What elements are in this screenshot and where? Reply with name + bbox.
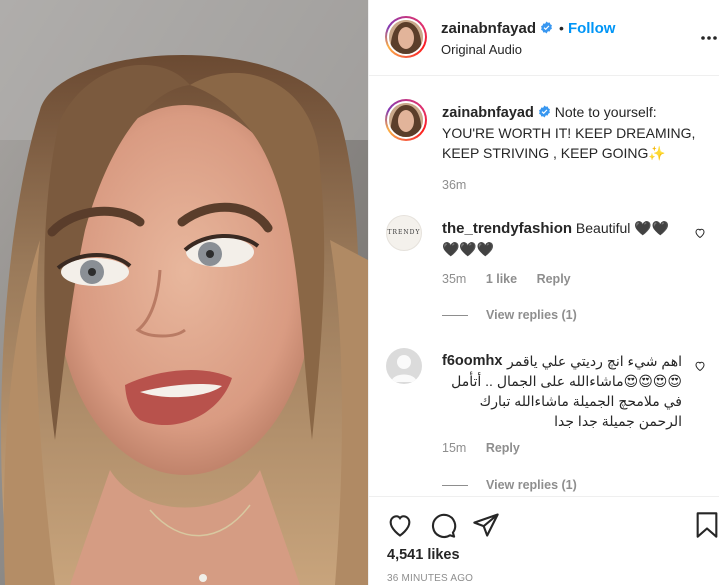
separator-dot: • — [559, 20, 564, 36]
view-replies-button[interactable]: View replies (1) — [442, 308, 577, 322]
caption-username[interactable]: zainabnfayad — [442, 105, 534, 121]
follow-button[interactable]: Follow — [568, 20, 616, 37]
caption-meta: 36m — [442, 178, 482, 192]
verified-badge-icon — [541, 21, 552, 34]
caption: zainabnfayad Note to yourself: YOU'RE WO… — [442, 102, 704, 163]
author-avatar[interactable] — [385, 16, 427, 58]
comment-username[interactable]: f6oomhx — [442, 351, 502, 371]
comment: the_trendyfashion Beautiful 🖤🖤🖤🖤🖤 — [442, 218, 682, 259]
bookmark-icon[interactable] — [693, 511, 719, 539]
comment-username[interactable]: the_trendyfashion — [442, 220, 572, 237]
audio-label[interactable]: Original Audio — [441, 42, 522, 57]
comment-like-heart-icon[interactable] — [694, 360, 706, 372]
comments-section[interactable]: zainabnfayad Note to yourself: YOU'RE WO… — [369, 77, 719, 495]
verified-badge-icon — [538, 105, 550, 118]
post-photo — [0, 0, 368, 585]
reply-button[interactable]: Reply — [537, 272, 571, 286]
post-header: zainabnfayad • Follow Original Audio — [369, 0, 719, 76]
default-avatar-icon — [391, 355, 417, 382]
comment-likes[interactable]: 1 like — [486, 272, 517, 286]
heart-icon[interactable] — [386, 511, 414, 539]
view-replies-button[interactable]: View replies (1) — [442, 478, 577, 492]
comment-time[interactable]: 15m — [442, 441, 466, 455]
comment-avatar[interactable] — [386, 348, 422, 384]
comment-time[interactable]: 35m — [442, 272, 466, 286]
more-options-icon[interactable] — [700, 28, 718, 48]
likes-count[interactable]: 4,541 likes — [387, 547, 460, 563]
comment: f6oomhx اهم شيء انچ رديتي علي ياقمر 😍😍😍😍… — [442, 351, 682, 431]
post-actions: 4,541 likes 36 MINUTES AGO — [369, 496, 719, 585]
share-icon[interactable] — [472, 511, 500, 539]
post-side-panel: zainabnfayad • Follow Original Audio zaina… — [368, 0, 719, 585]
caption-time[interactable]: 36m — [442, 178, 466, 192]
post-media[interactable] — [0, 0, 368, 585]
comment-like-heart-icon[interactable] — [694, 227, 706, 239]
comment-icon[interactable] — [429, 511, 457, 539]
author-username[interactable]: zainabnfayad — [441, 20, 536, 37]
reply-button[interactable]: Reply — [486, 441, 520, 455]
comment-meta: 15m Reply — [442, 441, 536, 455]
comment-avatar[interactable]: TRENDY — [386, 215, 422, 251]
avatar-logo-text: TRENDY — [387, 229, 421, 236]
comment-meta: 35m 1 like Reply — [442, 272, 587, 286]
caption-author-avatar[interactable] — [385, 99, 427, 141]
post-timestamp: 36 MINUTES AGO — [387, 573, 474, 584]
